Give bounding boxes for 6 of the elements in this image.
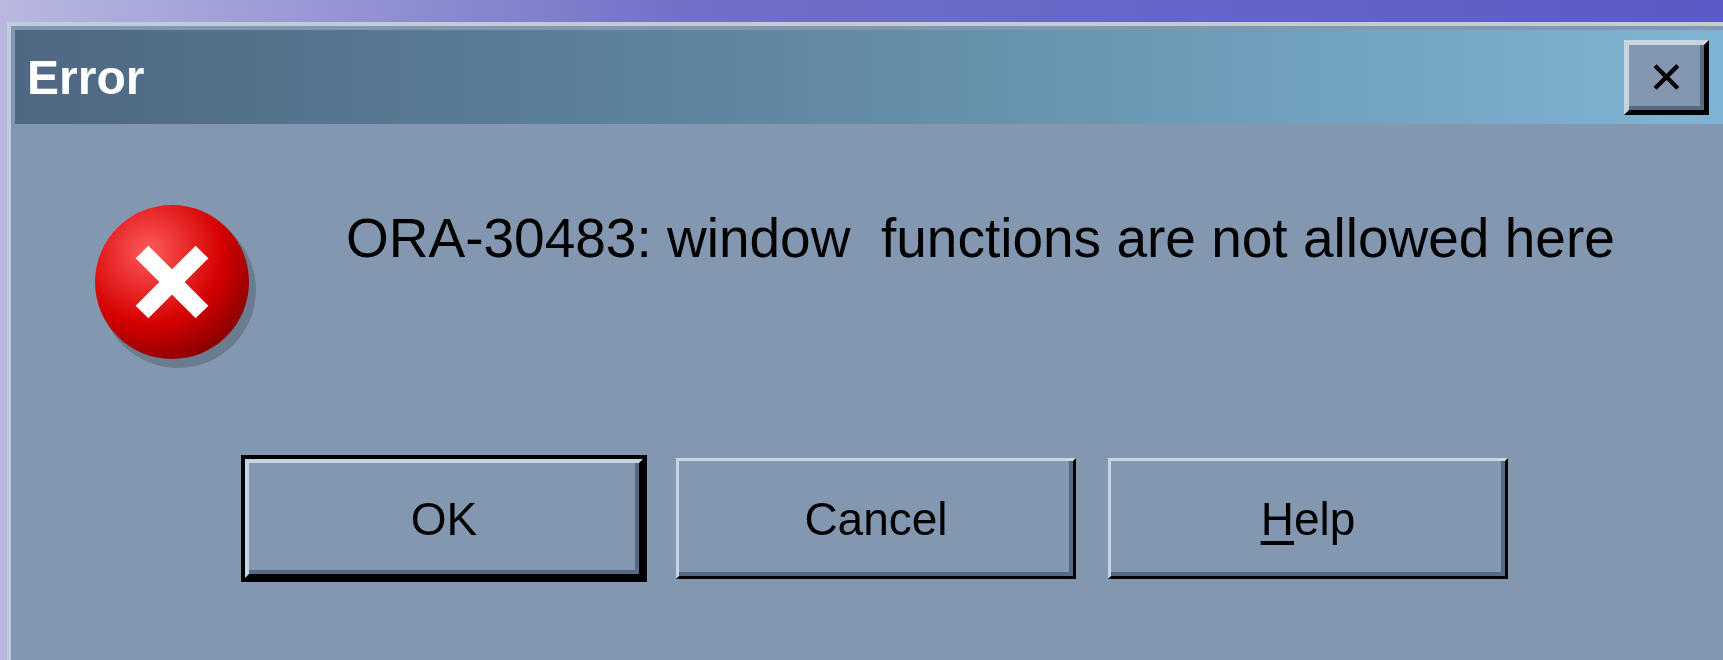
dialog-button[interactable]: Cancel	[676, 458, 1076, 579]
dialog-button[interactable]: Help	[1108, 458, 1508, 579]
error-message: ORA-30483: window functions are not allowed here	[346, 206, 1615, 270]
close-button[interactable]: ✕	[1624, 39, 1709, 115]
dialog-button[interactable]: OK	[244, 458, 644, 579]
window-title: Error	[27, 49, 145, 105]
